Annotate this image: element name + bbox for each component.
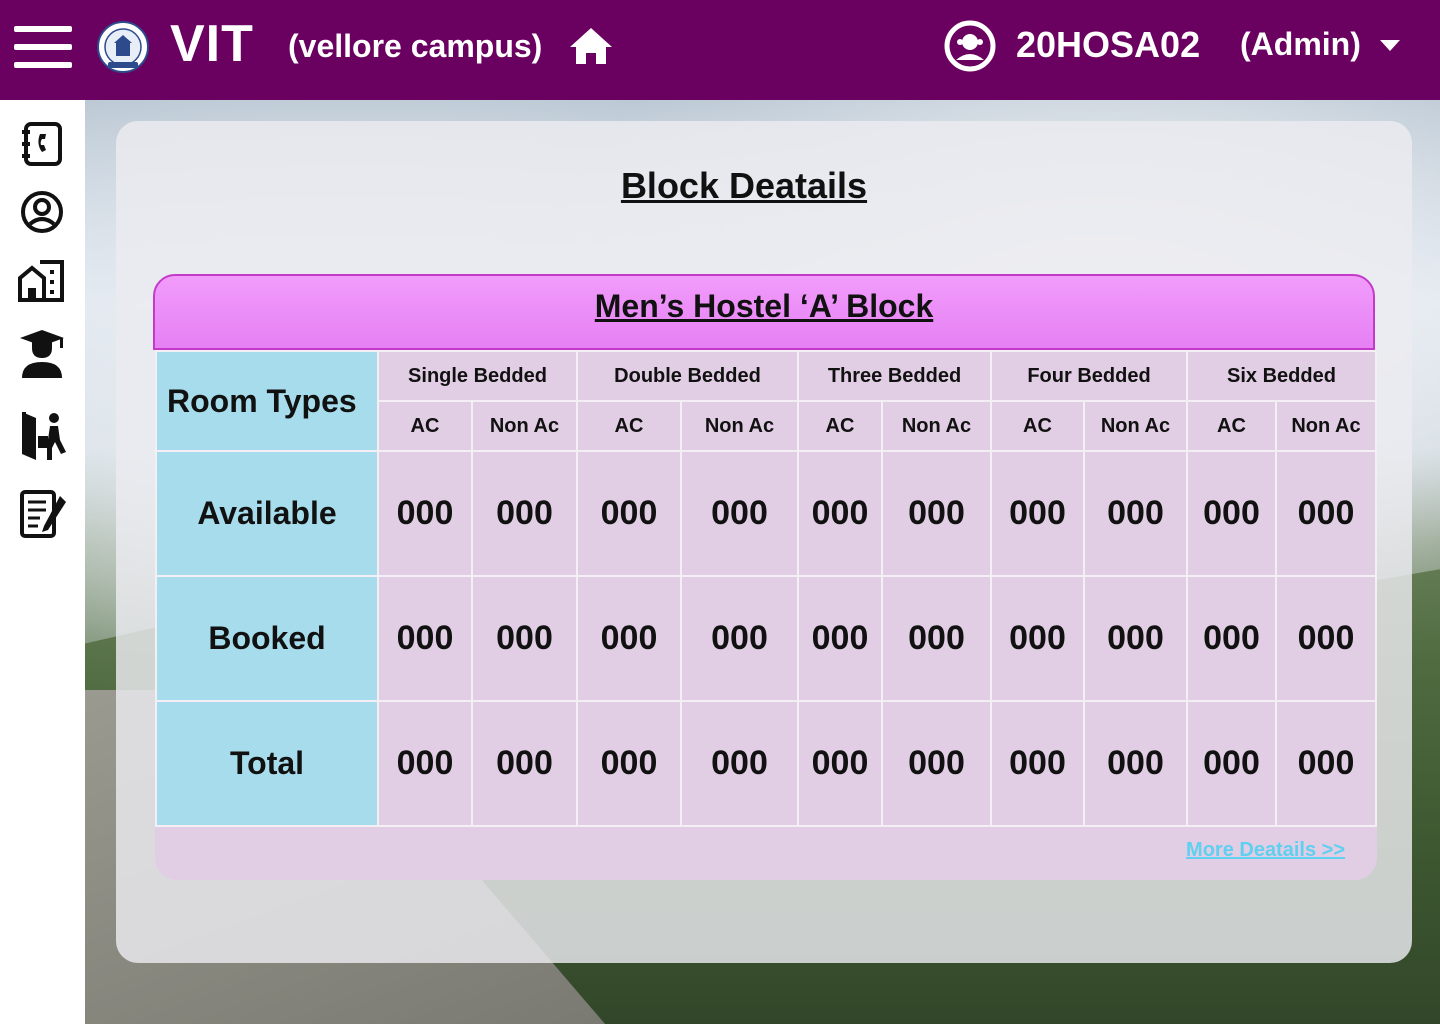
table-cell: 000 (881, 700, 992, 827)
column-header-room-type: Double Bedded (576, 350, 799, 402)
column-header-non-ac: Non Ac (1083, 400, 1188, 452)
table-cell: 000 (990, 575, 1085, 702)
table-cell: 000 (680, 450, 799, 577)
more-details-link[interactable]: More Deatails >> (1186, 839, 1345, 862)
table-cell: 000 (881, 450, 992, 577)
checkout-exit-icon[interactable] (16, 408, 68, 460)
table-cell: 000 (471, 450, 578, 577)
row-label-total: Total (155, 700, 379, 827)
column-header-ac: AC (797, 400, 883, 452)
column-header-room-type: Single Bedded (377, 350, 578, 402)
table-cell: 000 (1186, 575, 1277, 702)
form-edit-icon[interactable] (16, 488, 68, 540)
row-label-booked: Booked (155, 575, 379, 702)
contacts-book-icon[interactable] (16, 118, 68, 170)
column-header-room-type: Six Bedded (1186, 350, 1377, 402)
user-id: 20HOSA02 (1016, 24, 1201, 65)
table-cell: 000 (576, 700, 682, 827)
table-cell: 000 (377, 700, 473, 827)
brand-title: VIT (170, 15, 254, 73)
row-header-room-types: Room Types (155, 350, 379, 452)
table-cell: 000 (377, 450, 473, 577)
buildings-icon[interactable] (16, 254, 68, 306)
student-graduate-icon[interactable] (16, 326, 68, 378)
table-row: Booked 000 000 000 000 000 000 000 000 0… (155, 575, 1377, 702)
table-cell: 000 (990, 450, 1085, 577)
home-icon[interactable] (568, 26, 614, 66)
campus-label: (vellore campus) (288, 28, 543, 64)
column-header-room-type: Three Bedded (797, 350, 992, 402)
row-label-available: Available (155, 450, 379, 577)
table-cell: 000 (1083, 450, 1188, 577)
panel-header: Men’s Hostel ‘A’ Block (153, 274, 1375, 350)
table-cell: 000 (797, 700, 883, 827)
table-cell: 000 (471, 575, 578, 702)
table-cell: 000 (1275, 700, 1377, 827)
top-bar: VIT (vellore campus) 20HOSA02 (Admin) (0, 0, 1440, 100)
column-header-ac: AC (377, 400, 473, 452)
table-row: Total 000 000 000 000 000 000 000 000 00… (155, 700, 1377, 827)
page-title: Block Deatails (620, 165, 868, 206)
table-cell: 000 (1275, 575, 1377, 702)
table-cell: 000 (377, 575, 473, 702)
chevron-down-icon[interactable] (1380, 40, 1400, 51)
table-cell: 000 (1186, 700, 1277, 827)
table-cell: 000 (576, 575, 682, 702)
column-header-non-ac: Non Ac (1275, 400, 1377, 452)
room-availability-table: Room Types Single Bedded Double Bedded T… (155, 350, 1377, 827)
column-header-ac: AC (1186, 400, 1277, 452)
table-cell: 000 (1083, 700, 1188, 827)
user-role[interactable]: (Admin) (1240, 26, 1361, 63)
table-cell: 000 (680, 700, 799, 827)
column-header-ac: AC (576, 400, 682, 452)
table-cell: 000 (1186, 450, 1277, 577)
sidebar (0, 100, 85, 1024)
vit-logo-icon (97, 21, 149, 73)
table-row: Available 000 000 000 000 000 000 000 00… (155, 450, 1377, 577)
column-header-room-type: Four Bedded (990, 350, 1188, 402)
table-cell: 000 (576, 450, 682, 577)
table-cell: 000 (990, 700, 1085, 827)
table-cell: 000 (797, 450, 883, 577)
hamburger-menu-icon[interactable] (14, 26, 72, 68)
table-cell: 000 (881, 575, 992, 702)
table-cell: 000 (797, 575, 883, 702)
column-header-non-ac: Non Ac (881, 400, 992, 452)
table-cell: 000 (471, 700, 578, 827)
table-cell: 000 (680, 575, 799, 702)
block-title: Men’s Hostel ‘A’ Block (594, 288, 934, 324)
column-header-ac: AC (990, 400, 1085, 452)
column-header-non-ac: Non Ac (471, 400, 578, 452)
hostel-block-panel: Men’s Hostel ‘A’ Block Room Types Single… (153, 274, 1377, 880)
column-header-non-ac: Non Ac (680, 400, 799, 452)
panel-body: Room Types Single Bedded Double Bedded T… (155, 350, 1377, 880)
table-cell: 000 (1275, 450, 1377, 577)
user-avatar-icon[interactable] (944, 20, 996, 72)
table-cell: 000 (1083, 575, 1188, 702)
